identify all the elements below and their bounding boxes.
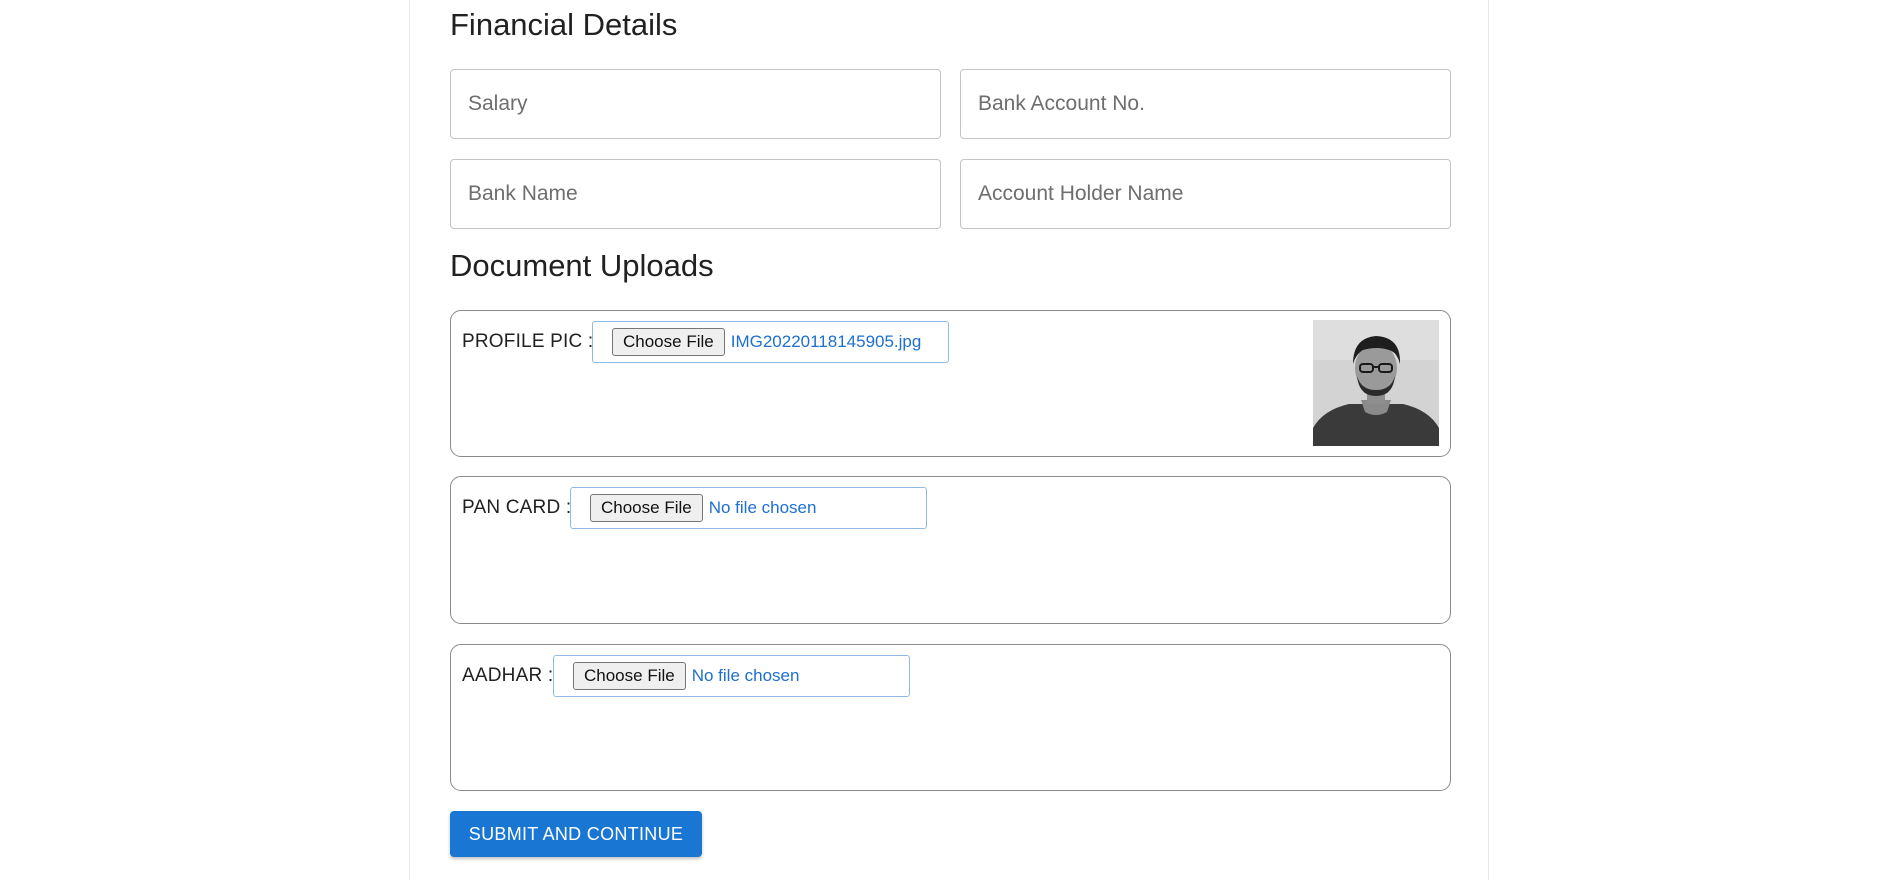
account-holder-name-input[interactable] (960, 159, 1451, 229)
aadhar-label: AADHAR : (462, 665, 554, 686)
profile-pic-label: PROFILE PIC : (462, 331, 594, 352)
profile-pic-file-name: IMG20220118145905.jpg (730, 332, 922, 351)
bank-name-input[interactable] (450, 159, 941, 229)
salary-input[interactable] (450, 69, 941, 139)
pan-card-file-input[interactable]: Choose File No file chosen (570, 487, 927, 529)
aadhar-upload-box: AADHAR : Choose File No file chosen (450, 644, 1451, 791)
pan-card-choose-file-button[interactable]: Choose File (590, 494, 703, 522)
pan-card-file-name: No file chosen (708, 498, 817, 517)
submit-and-continue-button[interactable]: SUBMIT AND CONTINUE (450, 811, 702, 857)
financial-details-heading: Financial Details (450, 7, 678, 42)
person-photo-icon (1313, 320, 1439, 446)
profile-pic-preview-image (1313, 320, 1439, 446)
pan-card-label: PAN CARD : (462, 497, 572, 518)
bank-account-no-input[interactable] (960, 69, 1451, 139)
aadhar-file-input[interactable]: Choose File No file chosen (553, 655, 910, 697)
pan-card-upload-box: PAN CARD : Choose File No file chosen (450, 476, 1451, 624)
form-panel: Financial Details Document Uploads PROFI… (409, 0, 1489, 880)
profile-pic-file-input[interactable]: Choose File IMG20220118145905.jpg (592, 321, 949, 363)
aadhar-choose-file-button[interactable]: Choose File (573, 662, 686, 690)
aadhar-file-name: No file chosen (691, 666, 800, 685)
profile-pic-upload-box: PROFILE PIC : Choose File IMG20220118145… (450, 310, 1451, 457)
profile-pic-choose-file-button[interactable]: Choose File (612, 328, 725, 356)
document-uploads-heading: Document Uploads (450, 248, 714, 283)
